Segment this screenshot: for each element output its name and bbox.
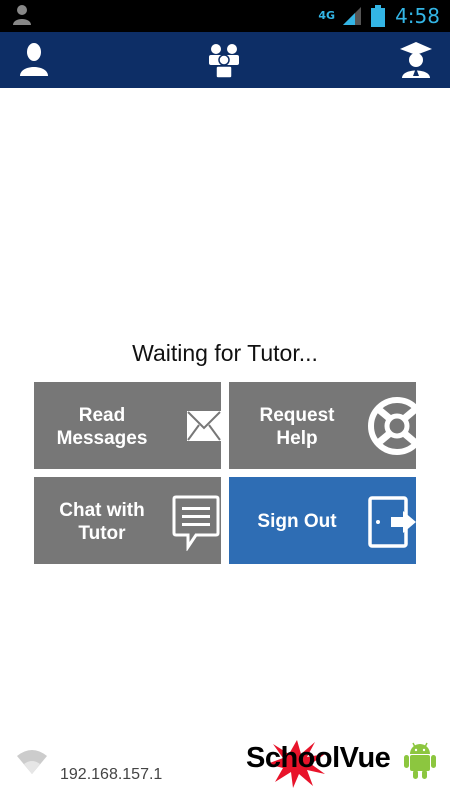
ip-address: 192.168.157.1 [60, 766, 163, 783]
read-messages-label: Read Messages [56, 405, 148, 449]
sign-out-label: Sign Out [257, 511, 337, 532]
sign-out-door-icon [368, 496, 416, 548]
page-title: Waiting for Tutor... [132, 340, 318, 366]
brand-name: SchoolVue [246, 742, 391, 774]
envelope-icon [187, 411, 221, 441]
clock: 4:58 [395, 4, 440, 28]
chat-bubble-icon [172, 495, 220, 551]
nav-bar [0, 32, 450, 88]
battery-icon [371, 5, 386, 27]
profile-icon[interactable] [14, 40, 54, 80]
network-4g-icon: 4G [318, 9, 336, 22]
graduate-icon[interactable] [396, 40, 436, 80]
signal-icon [343, 7, 362, 25]
status-bar: 4G 4:58 [0, 0, 450, 32]
chat-with-tutor-label: Chat with Tutor [59, 500, 145, 544]
sign-out-button[interactable]: Sign Out [229, 477, 416, 564]
request-help-button[interactable]: Request Help [229, 382, 416, 469]
lifebuoy-icon [368, 397, 416, 455]
group-icon[interactable] [205, 40, 245, 80]
chat-with-tutor-button[interactable]: Chat with Tutor [34, 477, 221, 564]
android-icon [404, 742, 436, 779]
request-help-label: Request Help [259, 405, 335, 449]
user-status-icon [12, 4, 32, 31]
wifi-icon [17, 750, 47, 774]
read-messages-button[interactable]: Read Messages [34, 382, 221, 469]
